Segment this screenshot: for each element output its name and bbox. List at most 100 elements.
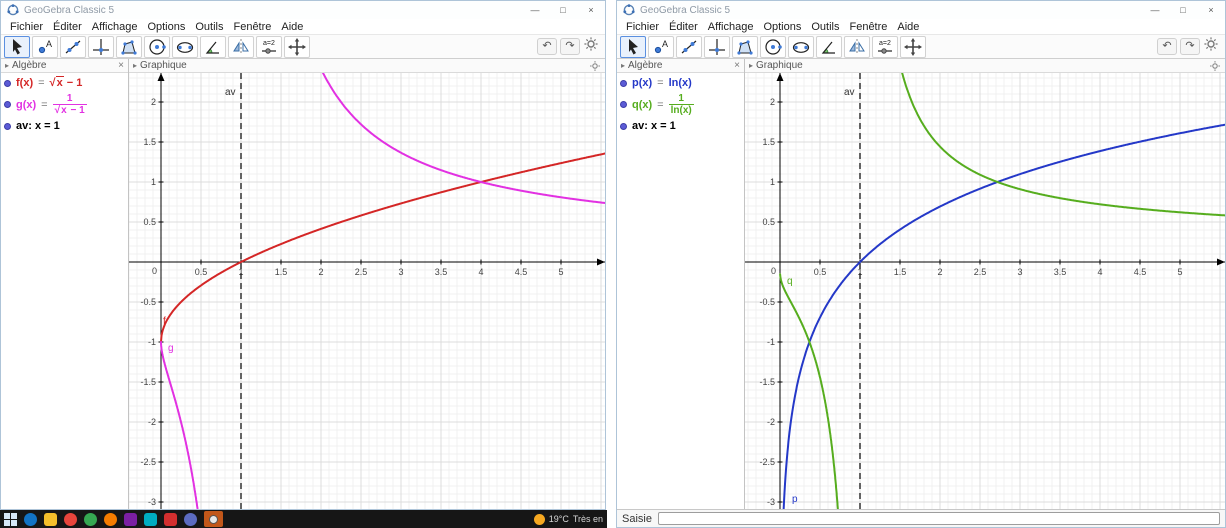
- menu-options[interactable]: Options: [758, 21, 806, 33]
- point-tool-icon[interactable]: A: [32, 35, 58, 58]
- polygon-tool-icon[interactable]: [116, 35, 142, 58]
- graphics-view[interactable]: 0.5 1 1.5 2 2.5 3 3.5 4 4.5 5 -3 -2.5 -2 -1.5 -1 -0.5 0.…: [129, 73, 605, 509]
- caret-icon[interactable]: ▸: [5, 61, 9, 70]
- desktop: GeoGebra Classic 5 — □ × Fichier Éditer …: [0, 0, 1226, 528]
- menu-editer[interactable]: Éditer: [48, 21, 87, 33]
- angle-tool-icon[interactable]: [200, 35, 226, 58]
- graphics-view[interactable]: 0.5 1 1.5 2 2.5 3 3.5 4 4.5 5 -3 -2.5 -2 -1.5 -1 -0.5 0.…: [745, 73, 1225, 509]
- title-bar[interactable]: GeoGebra Classic 5 — □ ×: [617, 1, 1225, 19]
- taskbar-active-app-icon[interactable]: [204, 511, 223, 527]
- taskbar-app-icon[interactable]: [64, 512, 77, 526]
- menu-aide[interactable]: Aide: [276, 21, 308, 33]
- taskbar-app-icon[interactable]: [184, 512, 197, 526]
- svg-text:A: A: [46, 39, 52, 49]
- close-panel-icon[interactable]: ×: [734, 60, 740, 71]
- menu-fenetre[interactable]: Fenêtre: [844, 21, 892, 33]
- menu-bar: Fichier Éditer Affichage Options Outils …: [1, 19, 605, 34]
- move-view-tool-icon[interactable]: [900, 35, 926, 58]
- menu-outils[interactable]: Outils: [190, 21, 228, 33]
- svg-text:0.5: 0.5: [143, 217, 156, 227]
- visibility-toggle[interactable]: [620, 101, 627, 108]
- menu-fichier[interactable]: Fichier: [5, 21, 48, 33]
- slider-tool-icon[interactable]: a=2: [256, 35, 282, 58]
- graphics-panel: ▸ Graphique 0.5 1 1.5 2 2.5 3 3.5 4 4.5 5 -3 -2.5 -2…: [129, 59, 605, 509]
- weather-widget[interactable]: 19°C Très en: [533, 513, 603, 525]
- caret-icon[interactable]: ▸: [621, 61, 625, 70]
- move-view-tool-icon[interactable]: [284, 35, 310, 58]
- visibility-toggle[interactable]: [4, 79, 11, 87]
- maximize-button[interactable]: □: [1169, 1, 1197, 19]
- taskbar-app-icon[interactable]: [164, 512, 177, 526]
- geogebra-logo-icon: [7, 4, 19, 16]
- conic-tool-icon[interactable]: [788, 35, 814, 58]
- transform-tool-icon[interactable]: [228, 35, 254, 58]
- algebra-item-av[interactable]: av: x = 1: [617, 118, 744, 134]
- stylebar-gear-icon[interactable]: [1209, 60, 1221, 72]
- algebra-item-q[interactable]: q(x) = 1 ln(x): [617, 91, 744, 118]
- taskbar-app-icon[interactable]: [124, 512, 137, 526]
- menu-fenetre[interactable]: Fenêtre: [228, 21, 276, 33]
- menu-options[interactable]: Options: [142, 21, 190, 33]
- close-panel-icon[interactable]: ×: [118, 60, 124, 71]
- input-field[interactable]: [657, 512, 1220, 525]
- move-tool-icon[interactable]: [4, 35, 30, 58]
- taskbar-app-icon[interactable]: [104, 512, 117, 526]
- move-tool-icon[interactable]: [620, 35, 646, 58]
- circle-tool-icon[interactable]: [144, 35, 170, 58]
- menu-outils[interactable]: Outils: [806, 21, 844, 33]
- start-button-icon[interactable]: [4, 512, 17, 526]
- undo-icon[interactable]: ↶: [537, 38, 557, 55]
- algebra-header: ▸ Algèbre ×: [617, 59, 744, 73]
- perpendicular-tool-icon[interactable]: [704, 35, 730, 58]
- algebra-item-g[interactable]: g(x) = 1 √x − 1: [1, 91, 128, 118]
- point-tool-icon[interactable]: A: [648, 35, 674, 58]
- svg-text:0: 0: [152, 266, 157, 276]
- menu-editer[interactable]: Éditer: [664, 21, 703, 33]
- visibility-toggle[interactable]: [4, 101, 11, 108]
- function-expression: 1 √x − 1: [52, 93, 87, 116]
- stylebar-gear-icon[interactable]: [589, 60, 601, 72]
- menu-aide[interactable]: Aide: [892, 21, 924, 33]
- line-tool-icon[interactable]: [676, 35, 702, 58]
- minimize-button[interactable]: —: [521, 1, 549, 19]
- toolbar-gear-icon[interactable]: [1203, 36, 1219, 57]
- visibility-toggle[interactable]: [620, 79, 627, 87]
- caret-icon[interactable]: ▸: [133, 61, 137, 70]
- algebra-item-f[interactable]: f(x) = √x − 1: [1, 75, 128, 91]
- algebra-item-p[interactable]: p(x) = ln(x): [617, 75, 744, 91]
- perpendicular-tool-icon[interactable]: [88, 35, 114, 58]
- title-bar[interactable]: GeoGebra Classic 5 — □ ×: [1, 1, 605, 19]
- visibility-toggle[interactable]: [620, 122, 627, 130]
- minimize-button[interactable]: —: [1141, 1, 1169, 19]
- undo-icon[interactable]: ↶: [1157, 38, 1177, 55]
- visibility-toggle[interactable]: [4, 122, 11, 130]
- transform-tool-icon[interactable]: [844, 35, 870, 58]
- menu-affichage[interactable]: Affichage: [703, 21, 759, 33]
- angle-tool-icon[interactable]: [816, 35, 842, 58]
- equals-sign: =: [38, 77, 45, 89]
- menu-affichage[interactable]: Affichage: [87, 21, 143, 33]
- close-button[interactable]: ×: [1197, 1, 1225, 19]
- taskbar-app-icon[interactable]: [144, 512, 157, 526]
- taskbar-app-icon[interactable]: [24, 512, 37, 526]
- sun-icon: [533, 513, 545, 525]
- close-button[interactable]: ×: [577, 1, 605, 19]
- algebra-list: p(x) = ln(x) q(x) = 1 ln(x) av: x = 1: [617, 73, 744, 509]
- slider-tool-icon[interactable]: a=2: [872, 35, 898, 58]
- taskbar-app-icon[interactable]: [44, 512, 57, 526]
- line-tool-icon[interactable]: [60, 35, 86, 58]
- caret-icon[interactable]: ▸: [749, 61, 753, 70]
- input-label: Saisie: [622, 512, 652, 525]
- maximize-button[interactable]: □: [549, 1, 577, 19]
- menu-fichier[interactable]: Fichier: [621, 21, 664, 33]
- circle-tool-icon[interactable]: [760, 35, 786, 58]
- conic-tool-icon[interactable]: [172, 35, 198, 58]
- redo-icon[interactable]: ↷: [1180, 38, 1200, 55]
- taskbar-app-icon[interactable]: [84, 512, 97, 526]
- polygon-tool-icon[interactable]: [732, 35, 758, 58]
- svg-text:1.5: 1.5: [762, 137, 775, 147]
- algebra-item-av[interactable]: av: x = 1: [1, 118, 128, 134]
- redo-icon[interactable]: ↷: [560, 38, 580, 55]
- toolbar-gear-icon[interactable]: [583, 36, 599, 57]
- weather-desc: Très en: [572, 514, 603, 524]
